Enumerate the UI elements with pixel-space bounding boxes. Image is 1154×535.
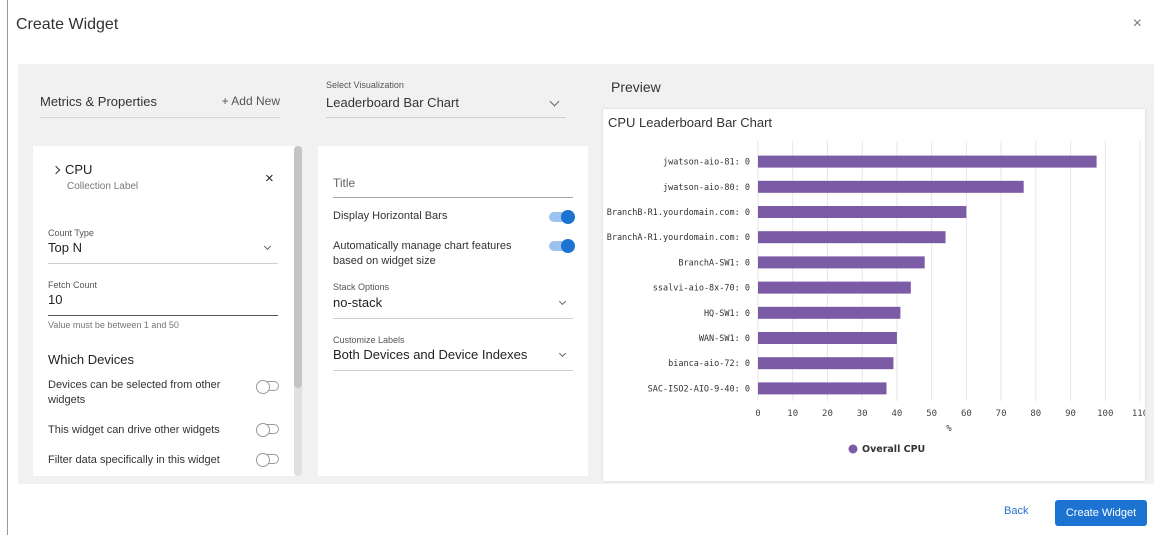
- x-tick-label: 100: [1097, 409, 1113, 419]
- category-label: jwatson-aio-80: 0: [663, 183, 750, 193]
- bar: [758, 231, 946, 244]
- toggle-label: Filter data specifically in this widget: [48, 454, 220, 466]
- chevron-right-icon: [51, 165, 61, 175]
- category-label: BranchA-SW1: 0: [678, 258, 750, 268]
- bar: [758, 281, 911, 294]
- customize-labels-label: Customize Labels: [333, 335, 405, 345]
- count-type-value: Top N: [48, 240, 82, 255]
- stack-options-label: Stack Options: [333, 282, 390, 292]
- auto-manage-label: Automatically manage chart features base…: [333, 240, 512, 267]
- fetch-count-label: Fetch Count: [48, 280, 98, 290]
- visualization-select[interactable]: Leaderboard Bar Chart: [326, 92, 566, 118]
- bar: [758, 180, 1024, 193]
- auto-manage-toggle[interactable]: [549, 239, 575, 253]
- metrics-scrollbar[interactable]: [294, 146, 302, 476]
- preview-label: Preview: [611, 79, 661, 95]
- chevron-down-icon: [558, 349, 567, 358]
- dialog-title: Create Widget: [16, 16, 119, 33]
- metrics-title: Metrics & Properties: [40, 94, 158, 109]
- x-tick-label: 70: [996, 409, 1007, 419]
- title-input[interactable]: Title: [333, 176, 573, 198]
- legend-label: Overall CPU: [862, 444, 925, 455]
- x-tick-label: 80: [1030, 409, 1041, 419]
- bar: [758, 357, 894, 370]
- category-label: bianca-aio-72: 0: [668, 359, 750, 369]
- horizontal-bars-label: Display Horizontal Bars: [333, 210, 448, 222]
- x-tick-label: 50: [926, 409, 937, 419]
- create-widget-dialog: Create Widget × Metrics & Properties + A…: [7, 0, 1154, 535]
- filter-data-toggle[interactable]: [256, 453, 279, 467]
- bar: [758, 155, 1097, 168]
- bar: [758, 332, 897, 344]
- toggle-row-select-other: Devices can be selected from other widge…: [48, 378, 283, 408]
- bar: [758, 382, 887, 395]
- collection-label: Collection Label: [67, 181, 139, 192]
- x-axis-label: %: [946, 424, 952, 434]
- category-label: jwatson-aio-81: 0: [663, 158, 750, 168]
- x-tick-label: 20: [822, 409, 833, 419]
- category-label: BranchA-R1.yourdomain.com: 0: [607, 233, 750, 243]
- toggle-row-drive-other: This widget can drive other widgets: [48, 423, 283, 438]
- widget-workspace: Metrics & Properties + Add New Select Vi…: [18, 64, 1154, 484]
- bar: [758, 256, 925, 269]
- legend-swatch: [848, 444, 858, 454]
- visualization-label: Select Visualization: [326, 80, 404, 90]
- toggle-label: This widget can drive other widgets: [48, 424, 220, 436]
- metric-expander[interactable]: CPU: [51, 162, 93, 177]
- create-widget-button[interactable]: Create Widget: [1055, 500, 1147, 526]
- chevron-down-icon: [558, 297, 567, 306]
- x-tick-label: 110: [1132, 409, 1145, 419]
- bar: [758, 206, 967, 218]
- customize-labels-select[interactable]: Both Devices and Device Indexes: [333, 347, 573, 371]
- metrics-header: Metrics & Properties + Add New: [40, 86, 280, 118]
- stack-options-select[interactable]: no-stack: [333, 295, 573, 319]
- scrollbar-thumb[interactable]: [294, 146, 302, 388]
- count-type-select[interactable]: Top N: [48, 240, 278, 264]
- category-label: SAC-ISO2-AIO-9-40: 0: [648, 384, 750, 394]
- fetch-count-hint: Value must be between 1 and 50: [48, 320, 179, 330]
- remove-metric-icon[interactable]: ×: [265, 170, 274, 187]
- chevron-down-icon: [263, 242, 272, 251]
- horizontal-bars-row: Display Horizontal Bars: [333, 209, 575, 224]
- drive-other-toggle[interactable]: [256, 423, 279, 437]
- stack-options-value: no-stack: [333, 295, 383, 310]
- x-tick-label: 30: [857, 409, 868, 419]
- x-tick-label: 40: [891, 409, 902, 419]
- fetch-count-input[interactable]: 10: [48, 292, 278, 316]
- visualization-options-panel: Title Display Horizontal Bars Automatica…: [318, 146, 588, 476]
- category-label: HQ-SW1: 0: [704, 309, 750, 319]
- visualization-value: Leaderboard Bar Chart: [326, 95, 459, 110]
- preview-panel: CPU Leaderboard Bar Chart 0 10 20 30 40 50 60 7…: [603, 109, 1145, 481]
- which-devices-title: Which Devices: [48, 352, 134, 367]
- category-label: WAN-SW1: 0: [699, 334, 750, 344]
- toggle-label: Devices can be selected from other widge…: [48, 379, 221, 406]
- customize-labels-value: Both Devices and Device Indexes: [333, 347, 528, 362]
- x-tick-label: 0: [755, 409, 760, 419]
- auto-manage-row: Automatically manage chart features base…: [333, 239, 575, 269]
- bar: [758, 306, 901, 319]
- chevron-down-icon: [549, 96, 560, 107]
- count-type-label: Count Type: [48, 228, 94, 238]
- toggle-row-filter-data: Filter data specifically in this widget: [48, 453, 283, 468]
- x-tick-label: 10: [787, 409, 798, 419]
- back-button[interactable]: Back: [1004, 505, 1028, 517]
- horizontal-bars-toggle[interactable]: [549, 210, 575, 224]
- x-tick-label: 90: [1065, 409, 1076, 419]
- add-new-button[interactable]: + Add New: [222, 94, 280, 108]
- category-label: BranchB-R1.yourdomain.com: 0: [607, 208, 750, 218]
- select-from-other-toggle[interactable]: [256, 380, 279, 394]
- leaderboard-bar-chart: 0 10 20 30 40 50 60 70 80 90 100 110 jwatson-aio-81:…: [607, 141, 1145, 455]
- metrics-panel: CPU Collection Label × Count Type Top N …: [33, 146, 295, 476]
- category-label: ssalvi-aio-8x-70: 0: [653, 284, 750, 294]
- x-tick-label: 60: [961, 409, 972, 419]
- metric-name: CPU: [65, 162, 93, 177]
- close-icon[interactable]: ×: [1133, 16, 1142, 32]
